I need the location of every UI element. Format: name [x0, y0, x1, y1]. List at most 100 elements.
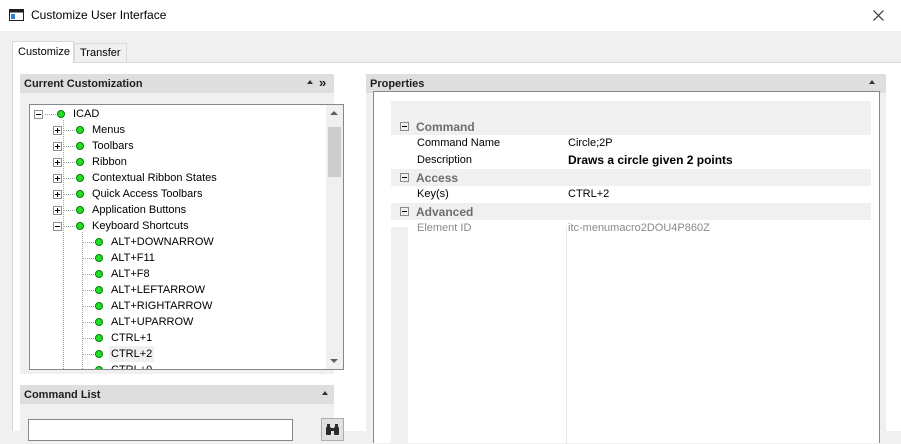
expand-icon[interactable]: [53, 158, 62, 167]
status-dot-icon: [76, 222, 84, 230]
tree-item[interactable]: Contextual Ribbon States: [30, 170, 326, 186]
tree-item[interactable]: ALT+F11: [30, 250, 326, 266]
status-dot-icon: [76, 206, 84, 214]
tree-item[interactable]: Toolbars: [30, 138, 326, 154]
close-icon: [872, 10, 884, 21]
tree-item[interactable]: Ribbon: [30, 154, 326, 170]
scrollbar-thumb[interactable]: [328, 127, 341, 177]
tree-item[interactable]: ALT+F8: [30, 266, 326, 282]
status-dot-icon: [76, 174, 84, 182]
expand-icon[interactable]: [53, 126, 62, 135]
customization-tree[interactable]: ICAD Menus Toolbars Ribbon Contextual Ribbon…: [29, 104, 344, 370]
window-title: Customize User Interface: [31, 8, 167, 22]
category-label: Access: [416, 171, 459, 185]
tree-item-label: Application Buttons: [92, 204, 187, 216]
tree-item[interactable]: ALT+DOWNARROW: [30, 234, 326, 250]
expand-icon[interactable]: [53, 190, 62, 199]
status-dot-icon: [95, 254, 103, 262]
expand-icon[interactable]: [53, 174, 62, 183]
command-list-pane: Command List: [20, 385, 344, 441]
tree-item[interactable]: CTRL+2: [30, 346, 326, 362]
tree-item-label: Menus: [92, 124, 126, 136]
status-dot-icon: [76, 142, 84, 150]
property-key: Element ID: [417, 222, 472, 234]
tree-item-label: ALT+F11: [111, 252, 155, 264]
collapse-category-icon[interactable]: [400, 173, 409, 182]
close-button[interactable]: [855, 0, 901, 31]
tree-item-label: ICAD: [73, 108, 100, 120]
property-row-description[interactable]: Description Draws a circle given 2 point…: [391, 152, 871, 169]
expand-icon[interactable]: [53, 206, 62, 215]
collapse-category-icon[interactable]: [400, 207, 409, 216]
category-advanced[interactable]: Advanced: [391, 203, 871, 220]
property-key: Key(s): [417, 188, 449, 200]
expand-icon[interactable]: [53, 142, 62, 151]
collapse-icon[interactable]: [53, 222, 62, 231]
collapse-arrow-icon[interactable]: [322, 391, 328, 395]
tree-item[interactable]: CTRL+0: [30, 362, 326, 370]
properties-title: Properties: [370, 78, 425, 90]
property-value[interactable]: CTRL+2: [568, 188, 609, 200]
command-search-input[interactable]: [28, 419, 293, 441]
tree-item-label: ALT+F8: [111, 268, 150, 280]
command-list-title: Command List: [24, 389, 101, 401]
tree-item[interactable]: ALT+LEFTARROW: [30, 282, 326, 298]
property-value[interactable]: Draws a circle given 2 points: [568, 153, 733, 167]
property-grid[interactable]: Command Command Name Circle;2P Descripti…: [373, 91, 880, 444]
collapse-arrow-icon[interactable]: [307, 80, 313, 84]
category-label: Command: [416, 120, 475, 134]
status-dot-icon: [95, 366, 103, 369]
tree-item-label: Quick Access Toolbars: [92, 188, 203, 200]
tree-item[interactable]: Menus: [30, 122, 326, 138]
property-value[interactable]: Circle;2P: [568, 137, 613, 149]
category-label: Advanced: [416, 205, 474, 219]
collapse-category-icon[interactable]: [400, 122, 409, 131]
current-customization-header: Current Customization »: [20, 74, 334, 93]
tab-transfer-label: Transfer: [80, 47, 121, 59]
tree-item-label: ALT+UPARROW: [111, 316, 194, 328]
tree-item[interactable]: CTRL+1: [30, 330, 326, 346]
collapse-icon[interactable]: [34, 110, 43, 119]
tree-item-label: CTRL+1: [111, 332, 153, 344]
tab-transfer[interactable]: Transfer: [74, 43, 127, 62]
status-dot-icon: [57, 110, 65, 118]
window-app-icon: [9, 9, 24, 21]
tree-vertical-scrollbar[interactable]: [326, 105, 343, 369]
tree-item[interactable]: ALT+RIGHTARROW: [30, 298, 326, 314]
tree-item-label: Toolbars: [92, 140, 134, 152]
tree-item-label: CTRL+2: [109, 346, 155, 362]
properties-pane: Properties Command Command Name Circle;2…: [366, 74, 886, 444]
status-dot-icon: [95, 302, 103, 310]
scroll-up-icon[interactable]: [330, 111, 338, 115]
property-row-keys[interactable]: Key(s) CTRL+2: [391, 186, 871, 203]
category-access[interactable]: Access: [391, 169, 871, 186]
tree-item[interactable]: Quick Access Toolbars: [30, 186, 326, 202]
find-button[interactable]: [321, 418, 344, 441]
tree-item[interactable]: Keyboard Shortcuts: [30, 218, 326, 234]
title-bar: Customize User Interface: [0, 0, 901, 31]
tab-customize-label: Customize: [18, 46, 70, 58]
status-dot-icon: [95, 334, 103, 342]
status-dot-icon: [76, 190, 84, 198]
tree-item[interactable]: ICAD: [30, 106, 326, 122]
tree-item[interactable]: Application Buttons: [30, 202, 326, 218]
tree-item-label: CTRL+0: [111, 364, 153, 370]
property-key: Command Name: [417, 137, 501, 149]
status-dot-icon: [95, 350, 103, 358]
tree-item-label: ALT+DOWNARROW: [111, 236, 214, 248]
property-value: itc-menumacro2DOU4P860Z: [568, 222, 710, 234]
expand-panel-icon[interactable]: »: [319, 75, 326, 91]
tree-item-label: ALT+LEFTARROW: [111, 284, 206, 296]
category-command[interactable]: Command: [391, 118, 871, 135]
scroll-down-icon[interactable]: [330, 359, 338, 363]
property-grid-gutter: [391, 227, 408, 444]
property-row-command-name[interactable]: Command Name Circle;2P: [391, 135, 871, 152]
tab-customize[interactable]: Customize: [12, 41, 74, 63]
status-dot-icon: [95, 318, 103, 326]
property-row-element-id[interactable]: Element ID itc-menumacro2DOU4P860Z: [391, 220, 871, 237]
collapse-arrow-icon[interactable]: [869, 80, 875, 84]
tree-item-label: Ribbon: [92, 156, 127, 168]
property-key: Description: [417, 154, 473, 166]
tree-item[interactable]: ALT+UPARROW: [30, 314, 326, 330]
binoculars-icon: [326, 424, 339, 435]
